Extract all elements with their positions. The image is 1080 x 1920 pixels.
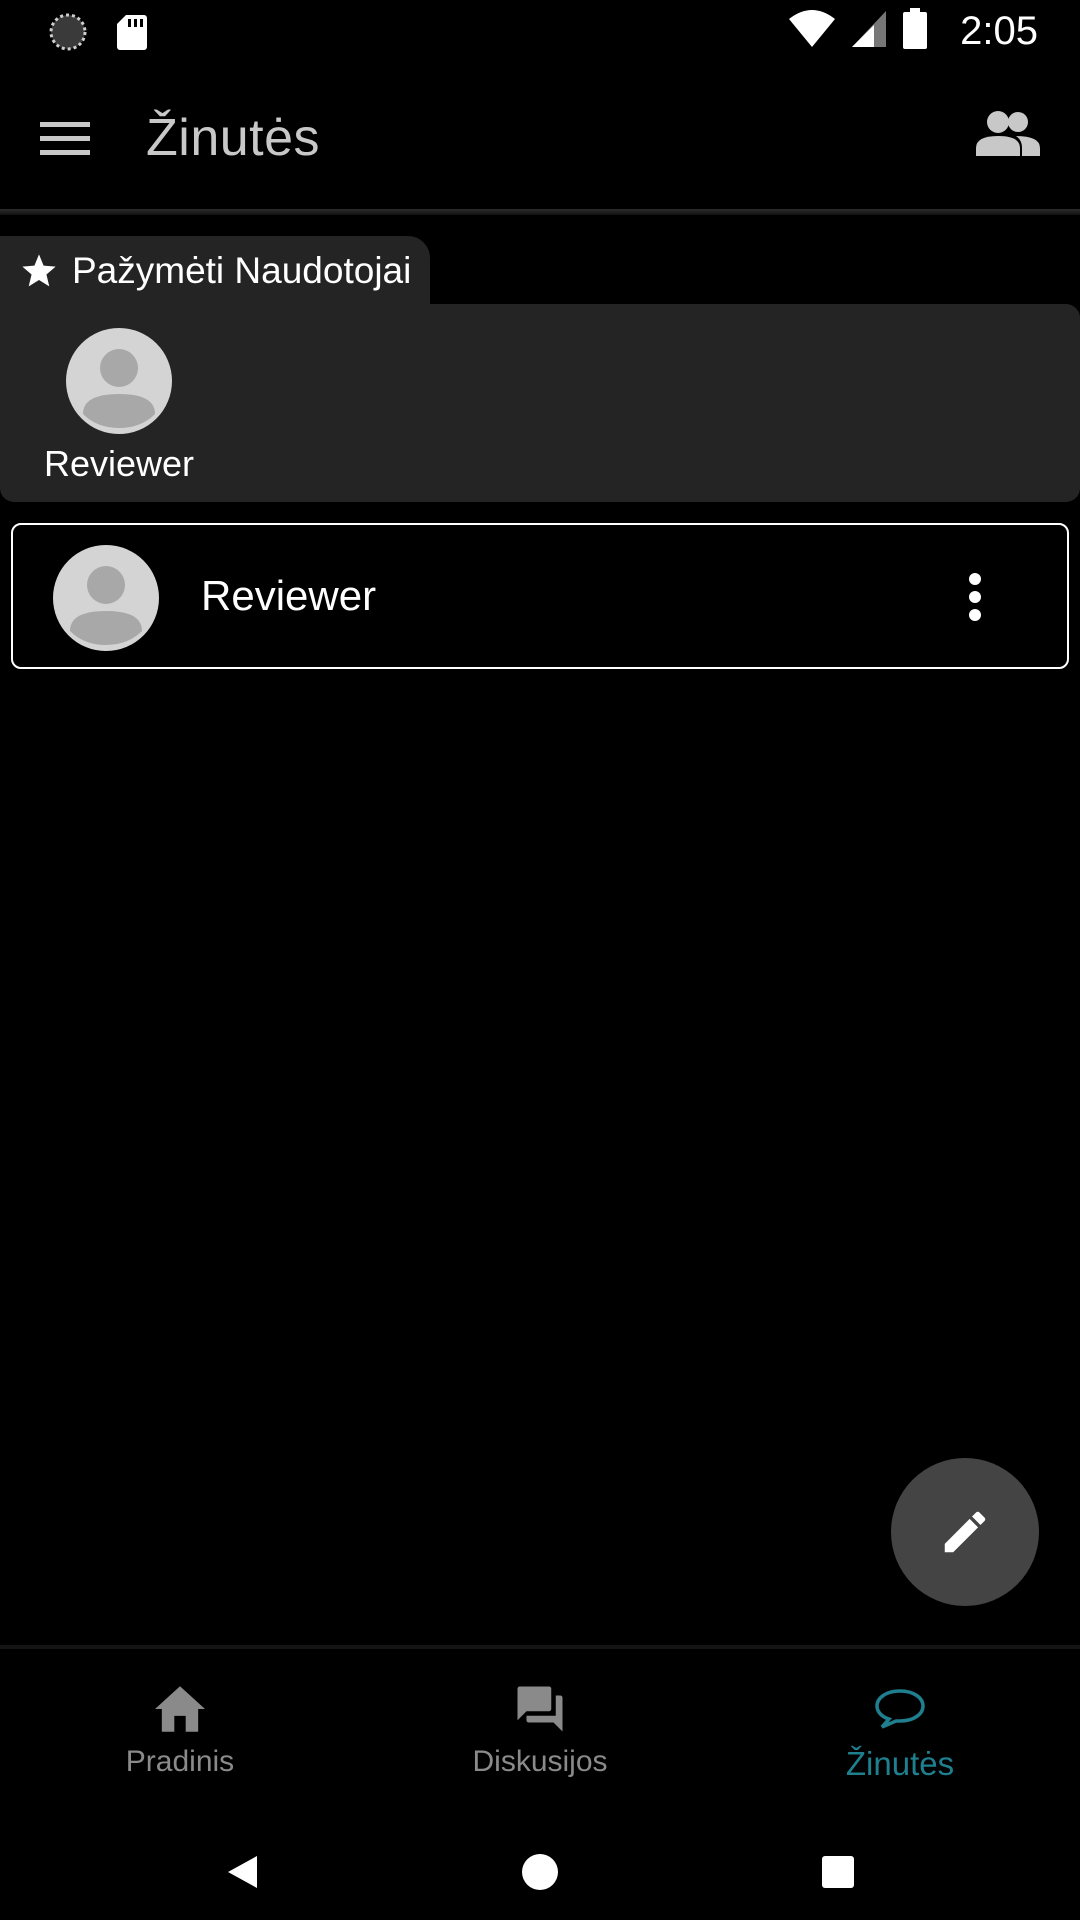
starred-users-tab: Pažymėti Naudotojai — [0, 236, 430, 306]
hamburger-menu-icon — [40, 122, 90, 155]
compose-button[interactable] — [891, 1458, 1039, 1606]
conversation-row[interactable]: Reviewer — [11, 523, 1069, 669]
home-system-button[interactable] — [518, 1850, 562, 1894]
home-icon — [155, 1686, 205, 1732]
nav-label-home: Pradinis — [125, 1745, 235, 1778]
nav-item-home[interactable]: Pradinis — [30, 1677, 330, 1779]
star-icon — [22, 254, 56, 287]
chat-bubble-icon — [875, 1689, 925, 1729]
top-app-bar: Žinutės — [0, 64, 1080, 210]
pencil-icon — [944, 1511, 986, 1553]
system-navigation-bar — [0, 1820, 1080, 1920]
nav-label-messages: Žinutės — [845, 1745, 955, 1782]
starred-users-panel: Reviewer — [0, 304, 1080, 502]
back-button[interactable] — [220, 1850, 264, 1894]
nav-item-discussions[interactable]: Diskusijos — [390, 1677, 690, 1779]
avatar — [53, 545, 159, 651]
loading-circle-icon — [48, 12, 88, 57]
starred-user-name: Reviewer — [44, 443, 195, 484]
status-bar: 2:05 — [0, 0, 1080, 64]
forum-icon — [517, 1686, 563, 1732]
contacts-button[interactable] — [976, 108, 1050, 168]
more-vert-icon — [969, 573, 981, 621]
people-icon — [976, 111, 1040, 156]
nav-item-messages[interactable]: Žinutės — [750, 1677, 1050, 1783]
nav-label-discussions: Diskusijos — [472, 1745, 608, 1778]
conversation-name: Reviewer — [201, 572, 377, 619]
wifi-icon — [788, 9, 836, 54]
cell-signal-icon — [850, 9, 888, 54]
status-time: 2:05 — [960, 9, 1038, 53]
sd-card-icon — [116, 13, 148, 56]
battery-icon — [902, 8, 928, 55]
messages-screen: 2:05 Žinutės Pažymėti Naudotojai Reviewe… — [0, 0, 1080, 1920]
avatar — [66, 328, 172, 434]
recents-square-icon — [822, 1856, 854, 1888]
menu-button[interactable] — [40, 110, 108, 166]
starred-users-label: Pažymėti Naudotojai — [72, 250, 412, 291]
app-bar-divider — [0, 209, 1080, 215]
bottom-navigation: Pradinis Diskusijos Žinutės — [0, 1645, 1080, 1820]
home-circle-icon — [522, 1854, 558, 1890]
more-options-button[interactable] — [967, 573, 983, 621]
starred-user-item[interactable]: Reviewer — [44, 328, 194, 485]
recents-button[interactable] — [816, 1850, 860, 1894]
back-triangle-icon — [228, 1856, 257, 1888]
page-title: Žinutės — [146, 109, 321, 167]
